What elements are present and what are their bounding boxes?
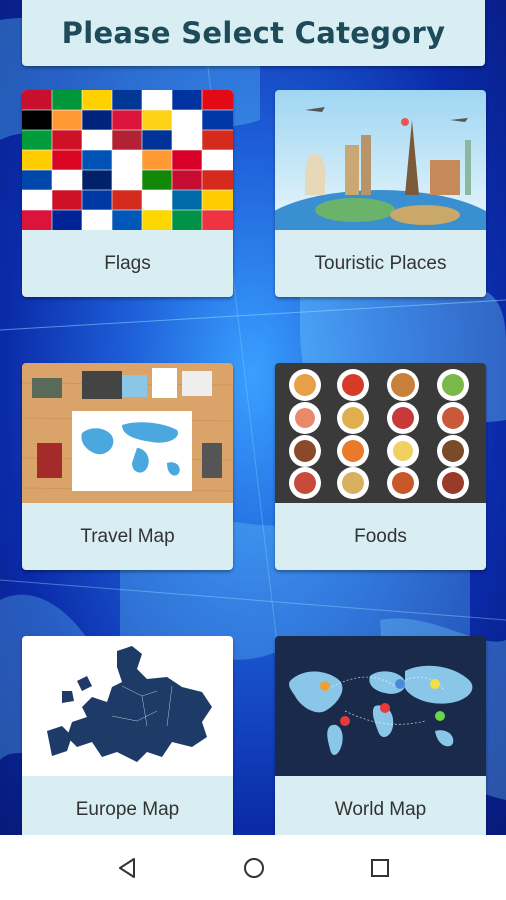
flags-collage-image bbox=[22, 90, 233, 230]
home-icon[interactable] bbox=[239, 853, 269, 883]
category-card-foods[interactable]: Foods bbox=[275, 363, 486, 570]
category-label-box[interactable]: World Map bbox=[275, 776, 486, 843]
category-card-world-map[interactable]: World Map bbox=[275, 636, 486, 843]
page-title: Please Select Category bbox=[61, 16, 446, 50]
category-label-box[interactable]: Foods bbox=[275, 503, 486, 570]
category-label-box[interactable]: Europe Map bbox=[22, 776, 233, 843]
category-card-europe-map[interactable]: Europe Map bbox=[22, 636, 233, 843]
category-label-box[interactable]: Travel Map bbox=[22, 503, 233, 570]
food-plates-image bbox=[275, 363, 486, 503]
category-label: Foods bbox=[354, 525, 407, 547]
category-label: World Map bbox=[334, 798, 427, 820]
landmarks-globe-image bbox=[275, 90, 486, 230]
category-label: Travel Map bbox=[80, 525, 175, 547]
world-map-pins-image bbox=[275, 636, 486, 776]
category-label: Flags bbox=[104, 252, 151, 274]
category-card-travel-map[interactable]: Travel Map bbox=[22, 363, 233, 570]
travel-desk-map-image bbox=[22, 363, 233, 503]
page-title-bar: Please Select Category bbox=[22, 0, 485, 66]
recents-icon[interactable] bbox=[365, 853, 395, 883]
android-navigation-bar bbox=[0, 835, 506, 900]
category-label-box[interactable]: Flags bbox=[22, 230, 233, 297]
back-icon[interactable] bbox=[112, 853, 142, 883]
europe-map-image bbox=[22, 636, 233, 776]
category-label: Touristic Places bbox=[314, 252, 447, 274]
category-label-box[interactable]: Touristic Places bbox=[275, 230, 486, 297]
category-card-flags[interactable]: Flags bbox=[22, 90, 233, 297]
category-card-touristic-places[interactable]: Touristic Places bbox=[275, 90, 486, 297]
category-label: Europe Map bbox=[75, 798, 180, 820]
